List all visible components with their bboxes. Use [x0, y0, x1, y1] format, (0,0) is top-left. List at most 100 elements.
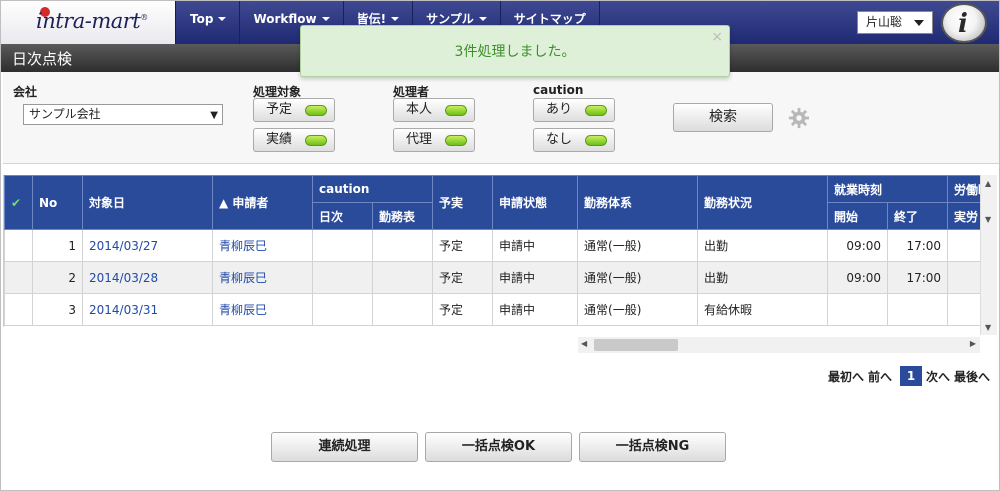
user-name: 片山聡: [866, 15, 903, 29]
toggle-label: あり: [546, 102, 573, 117]
success-toast: 3件処理しました。 ×: [300, 25, 730, 77]
pagination: 最初へ 前へ 1 次へ 最後へ: [828, 366, 994, 386]
cell-date-link[interactable]: 2014/03/31: [82, 293, 213, 326]
chevron-down-icon: [478, 17, 487, 21]
cell-work-system: 通常(一般): [577, 229, 699, 262]
toggle-caution-yes[interactable]: あり: [533, 98, 615, 122]
toggle-label: 代理: [406, 132, 433, 147]
close-icon[interactable]: ×: [711, 29, 723, 45]
bulk-check-ok-button[interactable]: 一括点検OK: [425, 432, 572, 462]
table-row[interactable]: 2 2014/03/28 青柳辰巳 予定 申請中 通常(一般) 出勤 09:00…: [4, 261, 980, 294]
toggle-label: なし: [546, 132, 573, 147]
search-button[interactable]: 検索: [673, 103, 773, 132]
chevron-down-icon: [321, 17, 330, 21]
row-checkbox[interactable]: [4, 293, 33, 326]
toggle-on-indicator-icon: [305, 105, 327, 116]
column-header-actual[interactable]: 実労: [947, 202, 980, 230]
toggle-actual[interactable]: 実績: [253, 128, 335, 152]
results-table: ✔ No 対象日 ▲ 申請者 caution 予実 申請状態 勤務体系 勤務状況…: [4, 175, 980, 326]
cell-no: 3: [32, 293, 83, 326]
avatar[interactable]: i: [941, 3, 987, 43]
cell-start: 09:00: [827, 229, 889, 262]
pager-first-link[interactable]: 最初へ: [828, 368, 864, 385]
select-all-column[interactable]: ✔: [4, 175, 33, 230]
toggle-self[interactable]: 本人: [393, 98, 475, 122]
cell-caution-work: [371, 261, 434, 294]
table-row[interactable]: 3 2014/03/31 青柳辰巳 予定 申請中 通常(一般) 有給休暇: [4, 293, 980, 326]
cell-plan-actual: 予定: [432, 293, 494, 326]
cell-date-link[interactable]: 2014/03/27: [82, 229, 213, 262]
company-select[interactable]: サンプル会社 ▼: [23, 104, 223, 125]
toggle-on-indicator-icon: [585, 105, 607, 116]
cell-apply-status: 申請中: [492, 293, 579, 326]
table-horizontal-scrollbar[interactable]: ◀ ▶: [578, 337, 980, 353]
column-header-applicant[interactable]: ▲ 申請者: [212, 175, 313, 230]
bulk-check-ng-button[interactable]: 一括点検NG: [579, 432, 726, 462]
chevron-down-icon: [218, 17, 227, 21]
cell-work-status: 有給休暇: [697, 293, 829, 326]
scroll-down-icon[interactable]: ▼: [985, 215, 991, 224]
column-header-apply-status[interactable]: 申請状態: [492, 175, 579, 230]
toggle-proxy[interactable]: 代理: [393, 128, 475, 152]
continuous-process-button[interactable]: 連続処理: [271, 432, 418, 462]
toggle-label: 本人: [406, 102, 433, 117]
scrollbar-thumb[interactable]: [594, 339, 678, 351]
table-row[interactable]: 1 2014/03/27 青柳辰巳 予定 申請中 通常(一般) 出勤 09:00…: [4, 229, 980, 262]
column-header-work-status[interactable]: 勤務状況: [697, 175, 829, 230]
column-header-caution: caution: [311, 175, 434, 203]
scroll-left-icon[interactable]: ◀: [581, 339, 587, 348]
toggle-on-indicator-icon: [445, 135, 467, 146]
pager-prev-link[interactable]: 前へ: [868, 368, 892, 385]
cell-no: 1: [32, 229, 83, 262]
gear-icon[interactable]: [788, 107, 810, 129]
intra-mart-logo[interactable]: intra-mart®: [0, 0, 176, 44]
cell-actual: 7: [947, 229, 980, 262]
toggle-on-indicator-icon: [305, 135, 327, 146]
column-header-labor: 労働時: [947, 175, 980, 203]
column-header-caution-work[interactable]: 勤務表: [371, 202, 434, 230]
logo-text: intra-mart: [36, 9, 141, 33]
toggle-plan[interactable]: 予定: [253, 98, 335, 122]
cell-applicant-link[interactable]: 青柳辰巳: [212, 293, 313, 326]
cell-caution-daily: [312, 293, 373, 326]
pager-next-link[interactable]: 次へ: [926, 368, 950, 385]
cell-applicant-link[interactable]: 青柳辰巳: [212, 261, 313, 294]
cell-work-system: 通常(一般): [577, 293, 699, 326]
cell-start: [827, 293, 889, 326]
cell-applicant-link[interactable]: 青柳辰巳: [212, 229, 313, 262]
cell-work-system: 通常(一般): [577, 261, 699, 294]
column-header-end[interactable]: 終了: [887, 202, 949, 230]
cell-plan-actual: 予定: [432, 229, 494, 262]
scroll-right-icon[interactable]: ▶: [970, 339, 976, 348]
chevron-down-icon: [391, 17, 400, 21]
toggle-label: 実績: [266, 132, 293, 147]
avatar-glyph: i: [958, 9, 968, 39]
column-header-no: No: [32, 175, 83, 230]
cell-date-link[interactable]: 2014/03/28: [82, 261, 213, 294]
column-header-work-system[interactable]: 勤務体系: [577, 175, 699, 230]
user-menu-dropdown[interactable]: 片山聡: [857, 11, 933, 34]
toggle-label: 予定: [266, 102, 293, 117]
scroll-down-icon[interactable]: ▼: [985, 323, 991, 332]
pager-current-page[interactable]: 1: [900, 366, 923, 386]
column-header-plan-actual[interactable]: 予実: [432, 175, 494, 230]
toast-message: 3件処理しました。: [454, 44, 576, 60]
column-header-work-time: 就業時刻: [827, 175, 949, 203]
cell-caution-work: [371, 229, 434, 262]
cell-work-status: 出勤: [697, 229, 829, 262]
table-vertical-scrollbar[interactable]: ▲ ▼ ▼: [980, 175, 997, 335]
nav-item-top[interactable]: Top: [177, 0, 241, 44]
column-header-start[interactable]: 開始: [827, 202, 889, 230]
toggle-caution-no[interactable]: なし: [533, 128, 615, 152]
column-header-caution-daily[interactable]: 日次: [312, 202, 373, 230]
scroll-up-icon[interactable]: ▲: [985, 179, 991, 188]
check-icon: ✔: [11, 195, 22, 210]
row-checkbox[interactable]: [4, 229, 33, 262]
column-header-date[interactable]: 対象日: [82, 175, 213, 230]
cell-start: 09:00: [827, 261, 889, 294]
row-checkbox[interactable]: [4, 261, 33, 294]
toggle-on-indicator-icon: [585, 135, 607, 146]
cell-no: 2: [32, 261, 83, 294]
dropdown-arrow-icon: ▼: [210, 110, 218, 121]
pager-last-link[interactable]: 最後へ: [954, 368, 990, 385]
